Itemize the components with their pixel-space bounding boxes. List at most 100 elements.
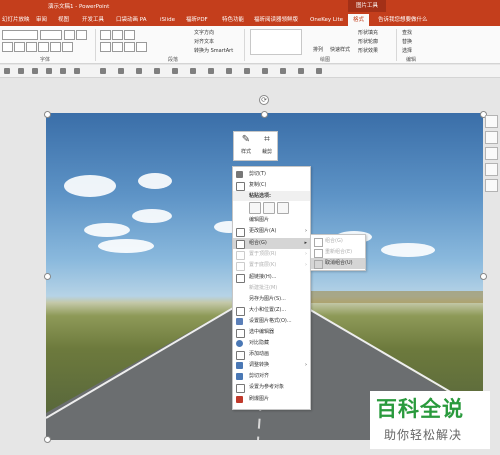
menu-item-selection-pane[interactable]: 选中编辑器 xyxy=(233,327,310,338)
tab-view[interactable]: 视图 xyxy=(58,14,69,26)
menu-item-save-as-picture[interactable]: 另存为图片(S)... xyxy=(233,294,310,305)
menu-item-send-back[interactable]: 置于底层(K) › xyxy=(233,260,310,271)
menu-item-format-picture[interactable]: 设置图片格式(O)... xyxy=(233,316,310,327)
menu-item-flash-picture[interactable]: 刷爆图片 xyxy=(233,394,310,405)
align-right-icon[interactable] xyxy=(124,42,135,52)
divider xyxy=(244,29,245,61)
tab-pocket-animation[interactable]: 口袋动画 PA xyxy=(116,14,146,26)
tool-icon[interactable] xyxy=(46,68,52,74)
strikethrough-icon[interactable] xyxy=(38,42,49,52)
align-left-icon[interactable] xyxy=(100,42,111,52)
menu-item-cut-fill[interactable]: 剪切对齐 xyxy=(233,371,310,382)
quick-styles-button[interactable]: 快速样式 xyxy=(330,46,350,53)
resize-handle[interactable] xyxy=(44,436,51,443)
tab-foxit-reader[interactable]: 福昕阅读器领鲜版 xyxy=(254,14,298,26)
tool-icon[interactable] xyxy=(154,68,160,74)
tool-icon[interactable] xyxy=(118,68,124,74)
collapse-icon[interactable] xyxy=(485,115,498,128)
tool-icon[interactable] xyxy=(172,68,178,74)
tool-icon[interactable] xyxy=(32,68,38,74)
tool-icon[interactable] xyxy=(60,68,66,74)
shrink-font-icon[interactable] xyxy=(76,30,87,40)
submenu-item-ungroup[interactable]: 取消组合(U) xyxy=(311,258,365,269)
tool-icon[interactable] xyxy=(226,68,232,74)
paste-keep-icon[interactable] xyxy=(249,202,261,214)
resize-handle[interactable] xyxy=(44,273,51,280)
tool-icon[interactable] xyxy=(18,68,24,74)
menu-item-size-position[interactable]: 大小和位置(Z)... xyxy=(233,305,310,316)
tab-developer[interactable]: 开发工具 xyxy=(82,14,104,26)
tool-icon[interactable] xyxy=(4,68,10,74)
font-size-box[interactable] xyxy=(40,30,62,40)
tab-islide[interactable]: iSlide xyxy=(160,14,175,26)
tool-icon[interactable] xyxy=(280,68,286,74)
numbering-icon[interactable] xyxy=(112,30,123,40)
menu-item-edit-picture[interactable]: 编辑图片 xyxy=(233,215,310,226)
italic-icon[interactable] xyxy=(14,42,25,52)
select-button[interactable]: 选择 xyxy=(402,47,412,54)
submenu-item-regroup[interactable]: 重新组合(E) xyxy=(311,247,365,258)
tab-onekey[interactable]: OneKey Lite xyxy=(310,14,343,26)
menu-item-hyperlink[interactable]: 超链接(H)... xyxy=(233,272,310,283)
brush-icon[interactable] xyxy=(485,147,498,160)
style-button[interactable]: ✎ 样式 xyxy=(236,134,256,155)
arrange-button[interactable]: 排列 xyxy=(313,46,323,53)
submenu-item-group[interactable]: 组合(G) xyxy=(311,236,365,247)
paste-text-icon[interactable] xyxy=(277,202,289,214)
menu-item-bring-front[interactable]: 置于顶层(R) › xyxy=(233,249,310,260)
tool-icon[interactable] xyxy=(316,68,322,74)
font-color-icon[interactable] xyxy=(62,42,73,52)
tool-icon[interactable] xyxy=(190,68,196,74)
tab-format[interactable]: 格式 xyxy=(348,14,370,26)
crop-button[interactable]: ⌗ 裁剪 xyxy=(257,134,277,155)
align-text-button[interactable]: 对齐文本 xyxy=(194,38,214,45)
align-center-icon[interactable] xyxy=(112,42,123,52)
convert-smartart-button[interactable]: 转换为 SmartArt xyxy=(194,47,233,54)
tool-icon[interactable] xyxy=(262,68,268,74)
find-button[interactable]: 查找 xyxy=(402,29,412,36)
tool-icon[interactable] xyxy=(74,68,80,74)
text-direction-button[interactable]: 文字方向 xyxy=(194,29,214,36)
menu-item-add-animation[interactable]: 添加动画 xyxy=(233,349,310,360)
resize-handle[interactable] xyxy=(44,111,51,118)
crop-side-icon[interactable] xyxy=(485,179,498,192)
tool-icon[interactable] xyxy=(244,68,250,74)
shape-fill-button[interactable]: 形状填充 xyxy=(358,29,378,36)
grow-font-icon[interactable] xyxy=(64,30,75,40)
tool-icon[interactable] xyxy=(136,68,142,74)
tab-review[interactable]: 审阅 xyxy=(36,14,47,26)
resize-handle[interactable] xyxy=(480,273,487,280)
justify-icon[interactable] xyxy=(136,42,147,52)
paste-picture-icon[interactable] xyxy=(263,202,275,214)
tab-slideshow[interactable]: 幻灯片放映 xyxy=(2,14,30,26)
bullets-icon[interactable] xyxy=(100,30,111,40)
replace-button[interactable]: 替换 xyxy=(402,38,412,45)
menu-item-change-picture[interactable]: 更改图片(A) › xyxy=(233,226,310,237)
menu-item-set-target[interactable]: 设置为参考对象 xyxy=(233,382,310,393)
layout-options-icon[interactable] xyxy=(485,131,498,144)
spacing-icon[interactable] xyxy=(50,42,61,52)
indent-icon[interactable] xyxy=(124,30,135,40)
filter-icon[interactable] xyxy=(485,163,498,176)
menu-item-new-comment[interactable]: 新建批注(M) xyxy=(233,283,310,294)
shape-effects-button[interactable]: 形状效果 xyxy=(358,47,378,54)
tool-icon[interactable] xyxy=(298,68,304,74)
menu-item-compress[interactable]: 对比隐藏 xyxy=(233,338,310,349)
font-name-box[interactable] xyxy=(2,30,38,40)
shapes-gallery[interactable] xyxy=(250,29,302,55)
tool-icon[interactable] xyxy=(208,68,214,74)
underline-icon[interactable] xyxy=(26,42,37,52)
rotate-handle-icon[interactable]: ⟳ xyxy=(259,95,269,105)
tab-foxit-pdf[interactable]: 福昕PDF xyxy=(186,14,208,26)
menu-item-adjust-convert[interactable]: 调整转换 › xyxy=(233,360,310,371)
menu-item-copy[interactable]: 复制(C) xyxy=(233,180,310,191)
resize-handle[interactable] xyxy=(261,111,268,118)
flash-icon xyxy=(236,396,243,403)
tell-me-search[interactable]: 告诉我您想要做什么 xyxy=(378,14,428,26)
tool-icon[interactable] xyxy=(100,68,106,74)
menu-item-group[interactable]: 组合(G) ▸ xyxy=(233,238,310,249)
menu-item-cut[interactable]: 剪切(T) xyxy=(233,169,310,180)
bold-icon[interactable] xyxy=(2,42,13,52)
tab-features[interactable]: 特色功能 xyxy=(222,14,244,26)
shape-outline-button[interactable]: 形状轮廓 xyxy=(358,38,378,45)
